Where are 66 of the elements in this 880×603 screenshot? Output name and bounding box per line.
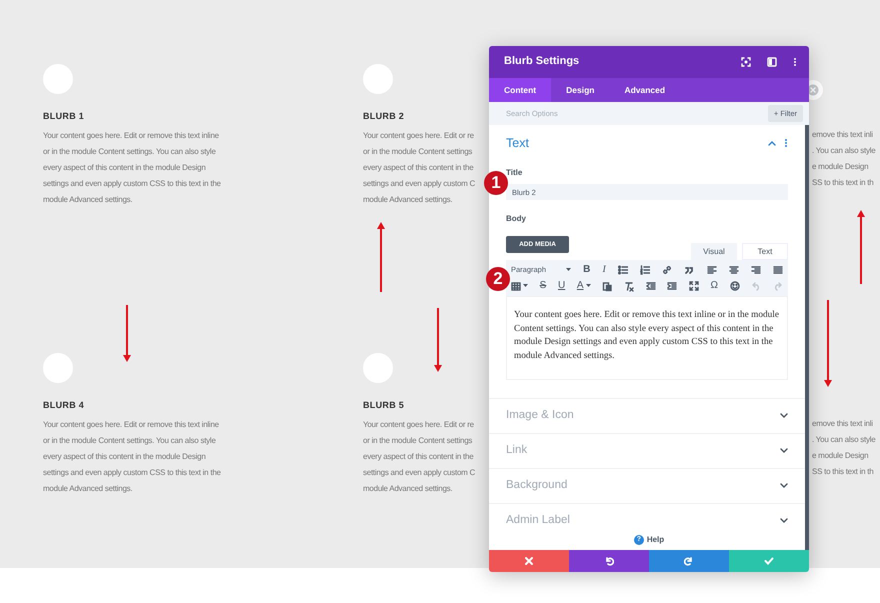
caret-icon[interactable] [566, 268, 571, 272]
chevron-icon[interactable] [780, 448, 788, 454]
editor-text[interactable]: Your content goes here. Edit or remove this text inline or in the module Content settings. You can also style every aspect of this content in the module Design settings and even apply custom CSS to this text in the module Advanced settings. [506, 296, 788, 380]
blurb-text: Your content goes here. Edit or remove this text inline or in the module Content settings. You can also style every aspect of this content in the module Design settings and even apply custom CSS to this text in the module Advanced settings. [43, 130, 221, 206]
italic-button[interactable]: I [602, 265, 607, 275]
undo-icon [604, 556, 614, 566]
outdent-icon[interactable] [646, 280, 656, 292]
numbered-list-icon[interactable] [640, 264, 650, 276]
check-icon [764, 556, 774, 566]
field-label: Title [506, 167, 524, 179]
arrow-icon [122, 305, 132, 362]
sidebar-layout-icon[interactable] [767, 57, 777, 67]
panel-tab[interactable]: Design [551, 78, 610, 102]
blurb-title: BLURB 5 [363, 400, 404, 411]
table-icon[interactable] [511, 280, 521, 292]
panel-title: Blurb Settings [504, 55, 580, 69]
align-left-icon[interactable] [706, 264, 717, 276]
chevron-icon[interactable] [780, 518, 788, 524]
fullscreen-icon[interactable] [688, 280, 699, 292]
link-icon[interactable] [662, 264, 672, 276]
special-character-button[interactable]: Ω [709, 281, 719, 291]
quote-icon[interactable] [684, 264, 694, 276]
panel-tab[interactable]: Advanced [609, 78, 680, 102]
arrow-icon [433, 308, 443, 372]
indent-icon[interactable] [667, 280, 678, 292]
strikethrough-button[interactable]: S [538, 281, 548, 291]
undo-button[interactable] [569, 550, 649, 572]
clear-format-icon[interactable] [624, 280, 634, 292]
underline-button[interactable]: U [556, 281, 566, 291]
panel-tab[interactable]: Content [489, 78, 552, 102]
blurb-text: emove this text inli . You can also style e module Design SS to this text in th [812, 129, 876, 189]
chevron-icon[interactable] [780, 483, 788, 489]
blurb-text: Your content goes here. Edit or re or in the module Content settings every aspect of this content in the settings and even apply custom C module Advanced settings. [363, 419, 476, 495]
more-icon[interactable] [793, 57, 797, 67]
align-center-icon[interactable] [728, 264, 739, 276]
editor-tab[interactable]: Text [742, 243, 788, 260]
editor-tab[interactable]: Visual [691, 243, 737, 260]
caret-icon[interactable] [523, 284, 528, 288]
chevron-icon[interactable] [768, 140, 776, 146]
smiley-icon[interactable] [730, 280, 740, 292]
more-icon[interactable] [784, 138, 788, 148]
section-title[interactable]: Text [506, 136, 768, 150]
blurb-text: emove this text inli . You can also style e module Design SS to this text in th [812, 418, 876, 478]
blurb-text: Your content goes here. Edit or remove this text inline or in the module Content settings. You can also style every aspect of this content in the module Design settings and even apply custom CSS to this text in the module Advanced settings. [43, 419, 221, 495]
bulleted-list-icon[interactable] [618, 264, 628, 276]
arrow-icon [856, 210, 866, 284]
scrollbar[interactable] [805, 125, 809, 553]
arrow-icon [823, 300, 833, 387]
blurb-text: Your content goes here. Edit or re or in the module Content settings every aspect of this content in the settings and even apply custom C module Advanced settings. [363, 130, 476, 206]
bold-button[interactable]: B [582, 265, 592, 275]
blurb-title: BLURB 1 [43, 111, 84, 122]
redo-button[interactable] [649, 550, 729, 572]
close-icon [524, 556, 534, 566]
chevron-icon[interactable] [780, 413, 788, 419]
blurb-title: BLURB 2 [363, 111, 404, 122]
align-right-icon[interactable] [750, 264, 761, 276]
help-link[interactable]: Help [646, 534, 664, 546]
paste-icon[interactable] [602, 280, 612, 292]
caret-icon[interactable] [586, 284, 591, 288]
field-label: Body [506, 213, 527, 225]
justify-icon[interactable] [772, 264, 783, 276]
blurb-title: BLURB 4 [43, 400, 84, 411]
focus-icon[interactable] [741, 57, 751, 67]
arrow-icon [376, 222, 386, 292]
text-color-button[interactable]: A [576, 281, 592, 291]
redo-icon [684, 556, 694, 566]
